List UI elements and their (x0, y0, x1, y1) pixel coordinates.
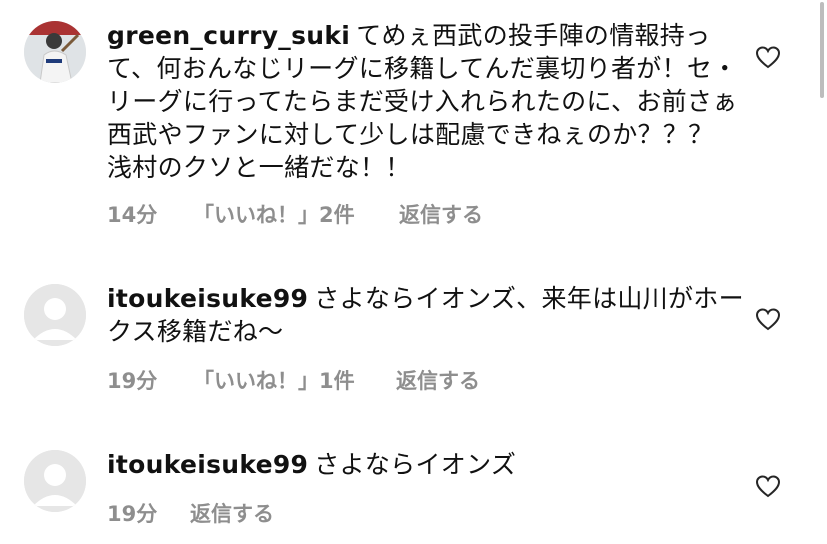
user-avatar[interactable] (24, 21, 86, 83)
comment-username[interactable]: itoukeisuke99 (107, 284, 308, 313)
comment-username[interactable]: itoukeisuke99 (107, 450, 308, 479)
reply-button[interactable]: 返信する (399, 199, 483, 229)
comment-likes[interactable]: 「いいね！」1件 (193, 365, 396, 395)
comments-screen: green_curry_suki てめぇ西武の投手陣の情報持って、何おんなじリーグ… (0, 0, 827, 544)
comment-meta: 19分 返信する (107, 498, 274, 528)
profile-photo (24, 21, 86, 83)
comment-text: itoukeisuke99 さよならイオンズ、来年は山川がホークス移籍だね〜 (107, 282, 747, 348)
comment-time: 19分 (107, 502, 158, 526)
comment-text: itoukeisuke99 さよならイオンズ (107, 448, 747, 481)
default-avatar-icon (24, 284, 86, 346)
user-avatar[interactable] (24, 284, 86, 346)
reply-button[interactable]: 返信する (396, 365, 480, 395)
comment-time: 14分 (107, 203, 158, 227)
heart-outline-icon[interactable] (755, 307, 781, 331)
reply-button[interactable]: 返信する (190, 498, 274, 528)
default-avatar-icon (24, 450, 86, 512)
scrollbar[interactable] (820, 2, 824, 98)
comment-username[interactable]: green_curry_suki (107, 21, 350, 50)
comment-likes[interactable]: 「いいね！」2件 (193, 199, 399, 229)
comment-text: green_curry_suki てめぇ西武の投手陣の情報持って、何おんなじリーグ… (107, 19, 747, 184)
comment-time: 19分 (107, 369, 158, 393)
heart-outline-icon[interactable] (755, 45, 781, 69)
comment-body: さよならイオンズ (314, 450, 517, 479)
comment-meta: 14分 「いいね！」2件 返信する (107, 199, 483, 229)
heart-outline-icon[interactable] (755, 474, 781, 498)
comment-meta: 19分 「いいね！」1件 返信する (107, 365, 480, 395)
user-avatar[interactable] (24, 450, 86, 512)
